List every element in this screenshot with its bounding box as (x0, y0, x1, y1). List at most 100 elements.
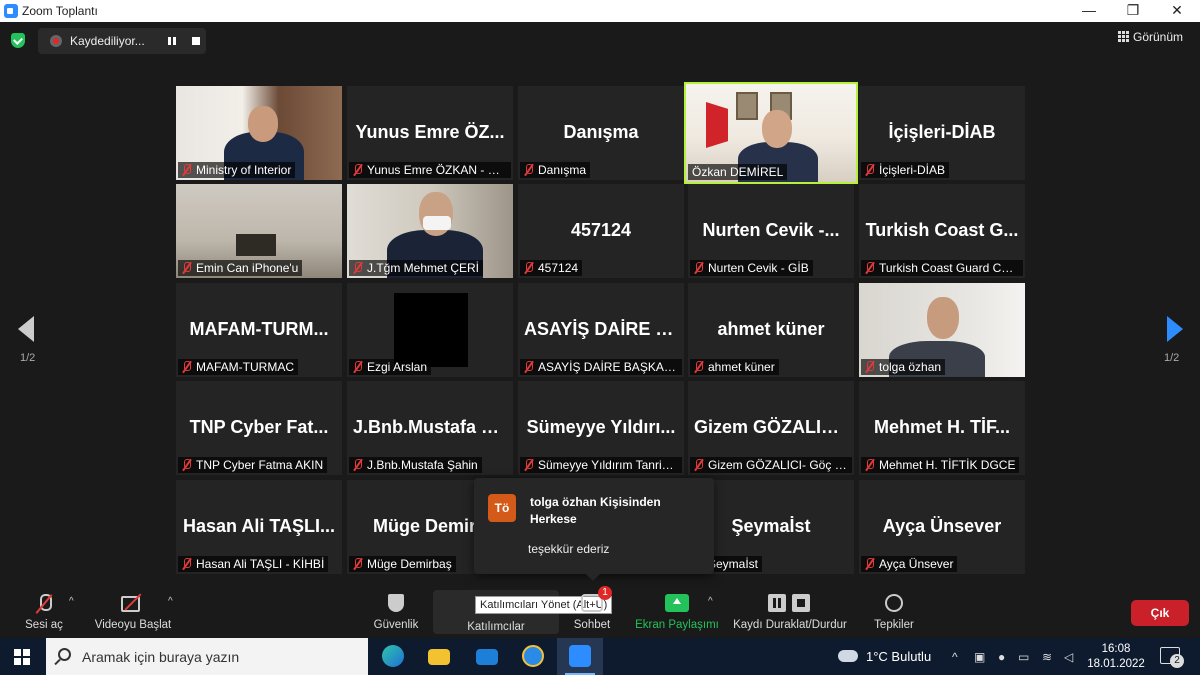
muted-mic-icon (694, 361, 704, 373)
participant-name-label: Özkan DEMİREL (688, 164, 788, 180)
participant-name-label: MAFAM-TURMAC (178, 359, 298, 375)
active-speaker-tile[interactable]: Özkan DEMİREL (684, 82, 858, 184)
participant-display-name: İçişleri-DİAB (888, 122, 996, 142)
participant-tile[interactable]: İçişleri-DİAB İçişleri-DİAB (859, 86, 1025, 180)
participant-name-label: Mehmet H. TİFTİK DGCE (861, 457, 1020, 473)
participant-tile[interactable]: Yunus Emre ÖZ... Yunus Emre ÖZKAN - MoI (347, 86, 513, 180)
stop-recording-icon[interactable] (188, 33, 204, 49)
show-hidden-icons-chevron-icon[interactable]: ^ (952, 650, 958, 664)
participant-video-black (394, 293, 468, 367)
video-options-caret-icon[interactable]: ^ (168, 596, 173, 607)
participant-tile[interactable]: Ayça Ünsever Ayça Ünsever (859, 480, 1025, 574)
participant-display-name: Ayça Ünsever (882, 516, 1002, 536)
reactions-button[interactable]: Tepkiler (868, 588, 920, 638)
participant-tile[interactable]: 457124 457124 (518, 184, 684, 278)
participants-label: Katılımcılar (467, 621, 525, 633)
participant-tile[interactable]: Nurten Cevik -... Nurten Cevik - GİB (688, 184, 854, 278)
participant-tile[interactable]: Gizem GÖZALIC... Gizem GÖZALICI- Göç İd.… (688, 381, 854, 475)
edge-taskbar-app[interactable] (370, 638, 416, 675)
start-video-button[interactable]: Videoyu Başlat (90, 588, 176, 638)
muted-mic-icon (524, 164, 534, 176)
taskbar-search-box[interactable]: Aramak için buraya yazın (46, 638, 368, 675)
participant-display-name: J.Bnb.Mustafa Ş... (353, 417, 509, 437)
chat-message: teşekkür ederiz (528, 542, 610, 556)
restore-button[interactable]: ❐ (1110, 0, 1156, 22)
participant-tile[interactable]: Turkish Coast G... Turkish Coast Guard C… (859, 184, 1025, 278)
participant-tile[interactable]: J.Tğm Mehmet ÇERİ (347, 184, 513, 278)
participant-name-label: ASAYİŞ DAİRE BAŞKANLIĞI (520, 359, 682, 375)
participant-tile[interactable]: J.Bnb.Mustafa Ş... J.Bnb.Mustafa Şahin (347, 381, 513, 475)
start-video-label: Videoyu Başlat (94, 619, 172, 631)
page-indicator-left: 1/2 (20, 352, 36, 364)
minimize-button[interactable]: — (1066, 0, 1112, 22)
leave-meeting-button[interactable]: Çık (1131, 600, 1189, 626)
muted-mic-icon (353, 361, 363, 373)
clock-time: 16:08 (1101, 643, 1131, 655)
participant-tile[interactable]: Emin Can iPhone'u (176, 184, 342, 278)
internet-explorer-taskbar-app[interactable] (510, 638, 556, 675)
participant-name-label: Ministry of Interior (178, 162, 296, 178)
meet-now-icon[interactable]: ▣ (974, 650, 985, 664)
security-shield-icon (388, 594, 404, 612)
recording-indicator: Kaydediliyor... (38, 28, 206, 54)
security-label: Güvenlik (373, 619, 419, 631)
chat-notification-popup[interactable]: Tö tolga özhan Kişisinden Herkese teşekk… (474, 478, 714, 581)
participant-display-name: Nurten Cevik -... (702, 220, 840, 240)
windows-start-icon[interactable] (14, 649, 30, 665)
audio-options-caret-icon[interactable]: ^ (69, 596, 74, 607)
participant-name-label: İçişleri-DİAB (861, 162, 950, 178)
participant-name-label: Gizem GÖZALICI- Göç İd... (690, 457, 852, 473)
participant-tile[interactable]: MAFAM-TURM... MAFAM-TURMAC (176, 283, 342, 377)
wifi-icon[interactable]: ≋ (1042, 650, 1052, 664)
zoom-taskbar-app[interactable] (557, 638, 603, 675)
sender-avatar: Tö (488, 494, 516, 522)
battery-icon[interactable]: ▭ (1018, 650, 1029, 664)
speaker-volume-icon[interactable]: ◁ (1064, 650, 1073, 664)
person-head (762, 110, 792, 148)
participant-tile[interactable]: ASAYİŞ DAİRE B... ASAYİŞ DAİRE BAŞKANLIĞ… (518, 283, 684, 377)
participant-tile[interactable]: Ministry of Interior (176, 86, 342, 180)
mail-taskbar-app[interactable] (464, 638, 510, 675)
participant-name-label: Turkish Coast Guard Com... (861, 260, 1023, 276)
participant-tile[interactable]: Ezgi Arslan (347, 283, 513, 377)
encryption-shield-icon[interactable] (11, 33, 25, 48)
share-options-caret-icon[interactable]: ^ (708, 596, 713, 607)
file-explorer-taskbar-app[interactable] (416, 638, 462, 675)
participant-tile[interactable]: TNP Cyber Fat... TNP Cyber Fatma AKIN (176, 381, 342, 475)
unmute-button[interactable]: Sesi aç (18, 588, 70, 638)
participant-tile[interactable]: Sümeyye Yıldırı... Sümeyye Yıldırım Tanr… (518, 381, 684, 475)
muted-mic-icon (182, 164, 192, 176)
recording-controls-label: Kaydı Duraklat/Durdur (733, 619, 847, 631)
participant-tile[interactable]: tolga özhan (859, 283, 1025, 377)
participant-name-label: Ayça Ünsever (861, 556, 958, 572)
muted-mic-icon (524, 262, 534, 274)
view-button[interactable]: Görünüm (1118, 30, 1183, 44)
muted-mic-icon (865, 262, 875, 274)
notification-center-icon[interactable]: 2 (1160, 647, 1184, 668)
recording-controls-button[interactable]: Kaydı Duraklat/Durdur (728, 588, 852, 638)
participant-tile[interactable]: ahmet küner ahmet küner (688, 283, 854, 377)
system-clock[interactable]: 16:08 18.01.2022 (1086, 642, 1146, 672)
participant-tile[interactable]: Danışma Danışma (518, 86, 684, 180)
edge-browser-icon (382, 645, 404, 667)
participant-name-label: TNP Cyber Fatma AKIN (178, 457, 328, 473)
participant-tile[interactable]: Hasan Ali TAŞLI... Hasan Ali TAŞLI - KİH… (176, 480, 342, 574)
muted-mic-icon (865, 459, 875, 471)
face-mask (423, 216, 451, 230)
pause-recording-icon[interactable] (164, 33, 180, 49)
participant-name-label: Nurten Cevik - GİB (690, 260, 813, 276)
participant-name-label: Danışma (520, 162, 591, 178)
muted-mic-icon (353, 459, 363, 471)
participant-name-label: J.Tğm Mehmet ÇERİ (349, 260, 484, 276)
participant-tile[interactable]: Mehmet H. TİF... Mehmet H. TİFTİK DGCE (859, 381, 1025, 475)
share-screen-label: Ekran Paylaşımı (635, 619, 719, 631)
chat-label: Sohbet (573, 619, 611, 631)
weather-widget[interactable]: 1°C Bulutlu (838, 649, 931, 664)
security-button[interactable]: Güvenlik (368, 588, 424, 638)
muted-mic-icon (353, 558, 363, 570)
microphone-tray-icon[interactable]: ● (998, 650, 1005, 664)
recording-dot-icon (50, 35, 62, 47)
next-page-arrow-icon[interactable] (1167, 316, 1183, 342)
close-window-button[interactable]: ✕ (1154, 0, 1200, 22)
previous-page-arrow-icon[interactable] (18, 316, 34, 342)
